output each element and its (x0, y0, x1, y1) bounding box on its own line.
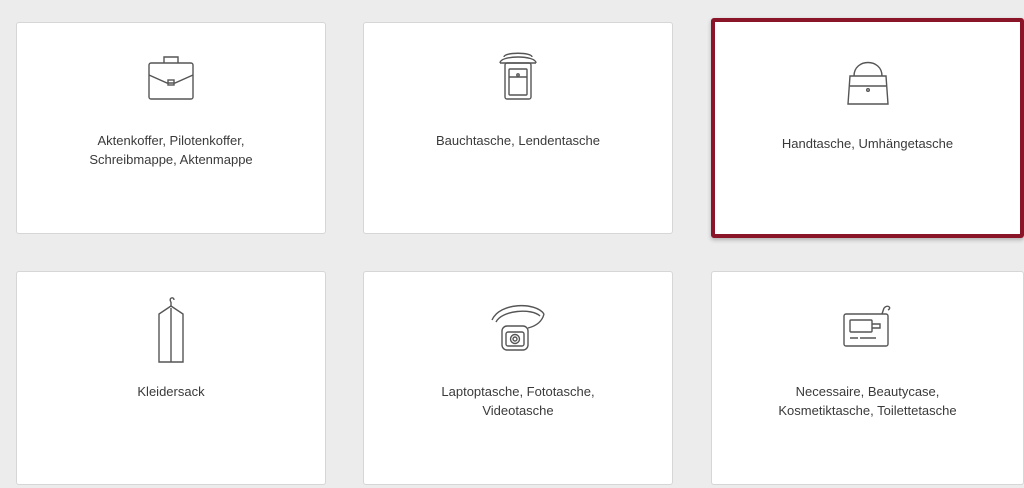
category-card-camera-bag[interactable]: Laptoptasche, Fototasche, Videotasche (363, 271, 673, 485)
category-card-garment-bag[interactable]: Kleidersack (16, 271, 326, 485)
handbag-icon (846, 61, 889, 105)
category-label-line-2: Videotasche (482, 403, 554, 418)
garment-bag-icon (158, 297, 184, 363)
belt-bag-icon (499, 52, 537, 100)
category-label-line-2: Kosmetiktasche, Toilettetasche (778, 403, 957, 418)
category-card-toiletry-bag[interactable]: Necessaire, Beautycase, Kosmetiktasche, … (711, 271, 1024, 485)
category-card-briefcase[interactable]: Aktenkoffer, Pilotenkoffer, Schreibmappe… (16, 22, 326, 234)
category-label-line-1: Aktenkoffer, Pilotenkoffer, (97, 133, 245, 148)
camera-bag-icon (491, 304, 545, 351)
category-label-line-1: Bauchtasche, Lendentasche (435, 133, 601, 148)
category-label-line-1: Handtasche, Umhängetasche (781, 136, 954, 151)
category-label-line-1: Necessaire, Beautycase, (795, 384, 940, 399)
category-card-belt-bag[interactable]: Bauchtasche, Lendentasche (363, 22, 673, 234)
toiletry-bag-icon (842, 305, 890, 347)
category-label-line-1: Laptoptasche, Fototasche, (441, 384, 595, 399)
category-card-handbag[interactable]: Handtasche, Umhängetasche (711, 18, 1024, 238)
briefcase-icon (148, 56, 194, 100)
category-label-line-2: Schreibmappe, Aktenmappe (89, 152, 253, 167)
category-label-line-1: Kleidersack (137, 384, 205, 399)
